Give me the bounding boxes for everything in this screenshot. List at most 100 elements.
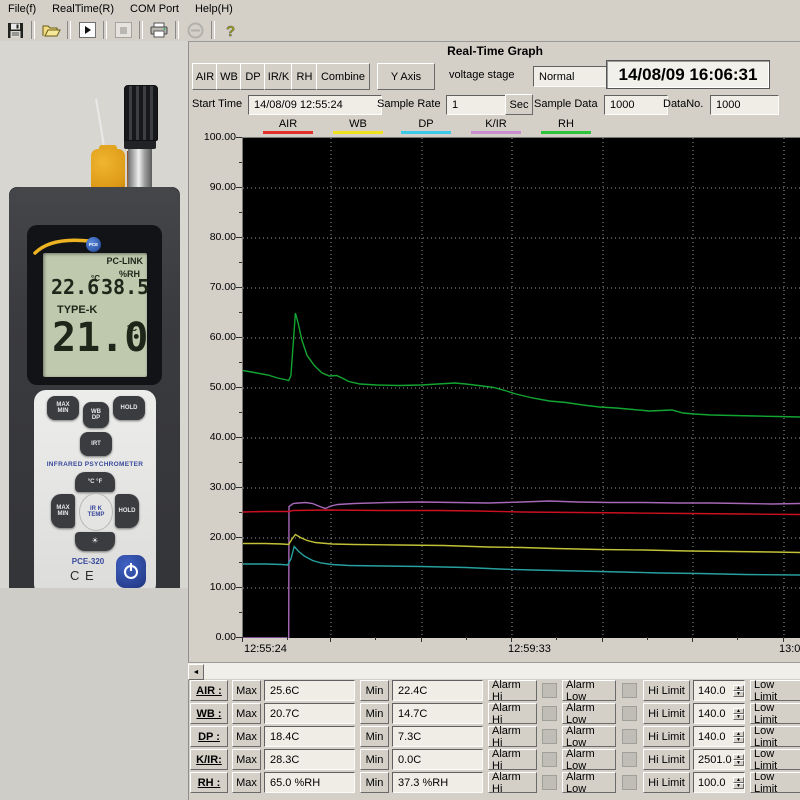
alarm-low-indicator xyxy=(622,706,637,721)
channel-name-button[interactable]: K/IR: xyxy=(190,749,228,770)
max-value-field[interactable]: 20.7C xyxy=(264,703,355,724)
channel-name-button[interactable]: DP : xyxy=(190,726,228,747)
hi-limit-spinner[interactable]: 140.0▲▼ xyxy=(693,680,745,701)
y-tick xyxy=(236,287,242,288)
alarm-hi-label: Alarm Hi xyxy=(488,749,537,770)
sample-rate-field[interactable]: 1 xyxy=(446,95,513,115)
y-minor-tick xyxy=(239,262,242,263)
toolbar-separator xyxy=(31,21,35,39)
y-tick xyxy=(236,537,242,538)
toolbar-separator xyxy=(139,21,143,39)
min-label: Min xyxy=(360,726,389,747)
channel-button-wb[interactable]: WB xyxy=(216,63,242,90)
x-tick xyxy=(330,637,331,642)
legend-item-rh: RH xyxy=(541,118,591,134)
max-value-field[interactable]: 28.3C xyxy=(264,749,355,770)
min-label: Min xyxy=(360,680,389,701)
y-axis-button[interactable]: Y Axis xyxy=(377,63,435,90)
device-pad-hold-button: HOLD xyxy=(115,494,139,528)
channel-name-button[interactable]: WB : xyxy=(190,703,228,724)
min-value-field[interactable]: 14.7C xyxy=(392,703,483,724)
max-label: Max xyxy=(232,703,261,724)
print-icon[interactable] xyxy=(144,20,174,40)
open-icon[interactable] xyxy=(36,20,66,40)
hi-limit-spinner[interactable]: 140.0▲▼ xyxy=(693,703,745,724)
series-wb xyxy=(243,535,800,553)
readings-table: AIR :Max25.6CMin22.4CAlarm HiAlarm LowHi… xyxy=(190,680,800,800)
voltage-stage-field[interactable]: Normal xyxy=(533,66,611,87)
data-no-field[interactable]: 1000 xyxy=(710,95,779,115)
device-photo: PCE PC-LINK %RH 22.6 °C 38.5 TYPE-K 21.0… xyxy=(0,41,189,588)
low-limit-label: Low Limit xyxy=(750,726,800,747)
start-time-field[interactable]: 14/08/09 12:55:24 xyxy=(248,95,382,115)
alarm-hi-indicator xyxy=(542,706,557,721)
max-label: Max xyxy=(232,772,261,793)
y-minor-tick xyxy=(239,162,242,163)
max-value-field[interactable]: 18.4C xyxy=(264,726,355,747)
scroll-left-button[interactable]: ◄ xyxy=(188,664,204,680)
channel-button-air[interactable]: AIR xyxy=(192,63,218,90)
plot-area xyxy=(242,137,800,638)
x-minor-tick xyxy=(737,637,738,640)
device-maxmin-button: MAX MIN xyxy=(47,396,79,420)
spin-down-button[interactable]: ▼ xyxy=(733,737,744,743)
graph-title: Real-Time Graph xyxy=(190,44,800,58)
min-value-field[interactable]: 7.3C xyxy=(392,726,483,747)
channel-name-label: RH : xyxy=(198,777,221,789)
save-icon[interactable] xyxy=(0,20,30,40)
low-limit-label: Low Limit xyxy=(750,749,800,770)
channel-button-irk[interactable]: IR/K xyxy=(264,63,293,90)
min-value-field[interactable]: 37.3 %RH xyxy=(392,772,483,793)
stop-icon xyxy=(108,20,138,40)
min-value-field[interactable]: 22.4C xyxy=(392,680,483,701)
hi-limit-spinner[interactable]: 140.0▲▼ xyxy=(693,726,745,747)
device-wbdp-button: WB DP xyxy=(83,402,109,428)
table-row-air: AIR :Max25.6CMin22.4CAlarm HiAlarm LowHi… xyxy=(190,680,800,701)
channel-button-combine[interactable]: Combine xyxy=(316,63,370,90)
hi-limit-spinner[interactable]: 2501.0▲▼ xyxy=(693,749,745,770)
sec-button[interactable]: Sec xyxy=(505,94,533,115)
start-icon[interactable] xyxy=(72,20,102,40)
sample-data-field[interactable]: 1000 xyxy=(604,95,668,115)
menu-realtimer[interactable]: RealTime(R) xyxy=(44,1,122,18)
spin-down-button[interactable]: ▼ xyxy=(733,714,744,720)
hi-limit-spinner[interactable]: 100.0▲▼ xyxy=(693,772,745,793)
toolbar: ? xyxy=(0,19,800,42)
series-air xyxy=(243,510,800,515)
channel-name-button[interactable]: RH : xyxy=(190,772,228,793)
alarm-low-label: Alarm Low xyxy=(562,772,616,793)
y-tick xyxy=(236,237,242,238)
left-panel-empty xyxy=(0,588,189,800)
alarm-hi-label: Alarm Hi xyxy=(488,772,537,793)
menu-filef[interactable]: File(f) xyxy=(0,1,44,18)
alarm-hi-indicator xyxy=(542,775,557,790)
spin-down-button[interactable]: ▼ xyxy=(733,691,744,697)
max-label: Max xyxy=(232,680,261,701)
hi-limit-value: 140.0 xyxy=(698,685,733,697)
lcd-display: PC-LINK %RH 22.6 °C 38.5 TYPE-K 21.0 °C xyxy=(43,253,147,377)
x-minor-tick xyxy=(287,637,288,640)
y-tick xyxy=(236,387,242,388)
spin-down-button[interactable]: ▼ xyxy=(733,760,744,766)
menu-helph[interactable]: Help(H) xyxy=(187,1,241,18)
legend-item-kir: K/IR xyxy=(471,118,521,134)
x-tick xyxy=(242,637,243,642)
sample-rate-label: Sample Rate xyxy=(377,98,441,110)
menu-comport[interactable]: COM Port xyxy=(122,1,187,18)
spin-down-button[interactable]: ▼ xyxy=(733,783,744,789)
horizontal-scrollbar[interactable]: ◄ xyxy=(188,662,800,679)
alarm-hi-label: Alarm Hi xyxy=(488,680,537,701)
help-icon[interactable]: ? xyxy=(216,20,246,40)
y-tick-label: 30.00 xyxy=(190,481,236,493)
max-value-field[interactable]: 65.0 %RH xyxy=(264,772,355,793)
channel-button-dp[interactable]: DP xyxy=(240,63,266,90)
spinner-buttons: ▲▼ xyxy=(733,731,744,743)
channel-name-button[interactable]: AIR : xyxy=(190,680,228,701)
max-value-field[interactable]: 25.6C xyxy=(264,680,355,701)
x-tick xyxy=(511,637,512,642)
min-value-field[interactable]: 0.0C xyxy=(392,749,483,770)
channel-button-rh[interactable]: RH xyxy=(291,63,318,90)
table-row-wb: WB :Max20.7CMin14.7CAlarm HiAlarm LowHi … xyxy=(190,703,800,724)
legend-color-swatch xyxy=(471,131,521,134)
low-limit-label: Low Limit xyxy=(750,772,800,793)
